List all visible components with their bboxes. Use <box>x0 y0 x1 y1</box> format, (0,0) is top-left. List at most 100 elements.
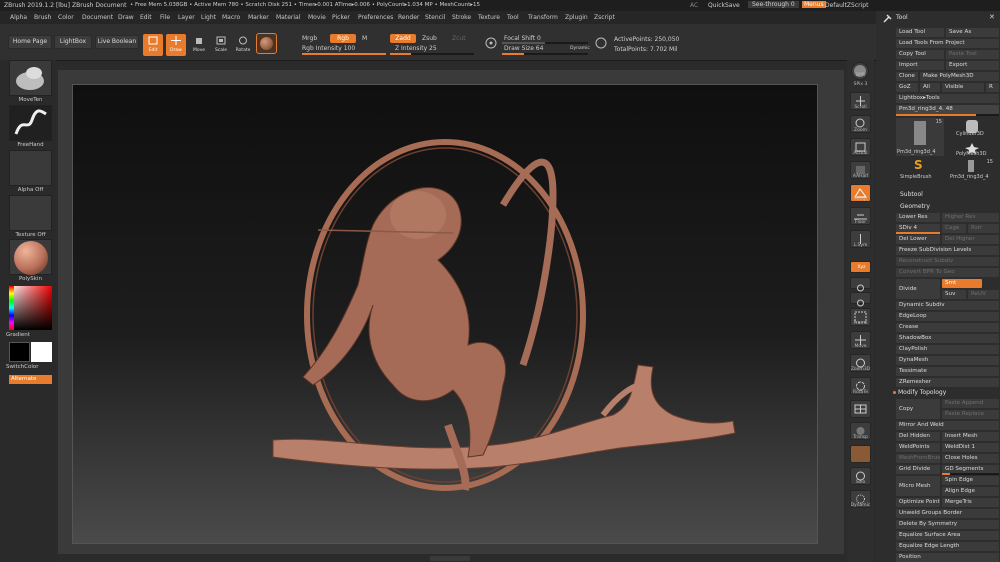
zadd-toggle[interactable]: Zadd <box>390 34 416 43</box>
menu-macro[interactable]: Macro <box>222 14 240 21</box>
draw-size-slider[interactable] <box>502 53 588 55</box>
primary-color-swatch[interactable] <box>9 342 30 362</box>
menu-stencil[interactable]: Stencil <box>425 14 445 21</box>
crease-section[interactable]: Crease <box>896 323 999 332</box>
tool-thumb-cylinder[interactable]: Cylinder3D <box>946 118 999 138</box>
menu-edit[interactable]: Edit <box>140 14 152 21</box>
claypolish-section[interactable]: ClayPolish <box>896 345 999 354</box>
paste-replace-button[interactable]: Paste Replace <box>942 410 999 419</box>
rotate-mode-button[interactable]: Rotate <box>233 34 253 56</box>
menu-zscript[interactable]: Zscript <box>594 14 615 21</box>
brush-selector[interactable] <box>9 60 52 96</box>
spix-slider[interactable]: SPix 3 <box>847 82 874 87</box>
zsub-toggle[interactable]: Zsub <box>422 35 437 42</box>
insert-mesh-button[interactable]: Insert Mesh <box>942 432 999 441</box>
material-swatch[interactable] <box>256 33 277 54</box>
focal-shift-slider[interactable] <box>502 42 588 44</box>
switch-color-button[interactable]: SwitchColor <box>6 364 49 370</box>
dynamic-subdiv-section[interactable]: Dynamic Subdiv <box>896 301 999 310</box>
bottom-shelf-handle[interactable] <box>430 556 470 561</box>
goz-all-button[interactable]: All <box>920 83 940 92</box>
grid-divide-button[interactable]: Grid Divide <box>896 465 940 474</box>
align-edge-button[interactable]: Align Edge <box>942 487 999 496</box>
gradient-label[interactable]: Gradient <box>6 332 49 338</box>
paste-append-button[interactable]: Paste Append <box>942 399 999 408</box>
live-boolean-button[interactable]: Live Boolean <box>95 35 139 49</box>
meshfrombrush-button[interactable]: MeshFromBrush <box>896 454 940 463</box>
menu-document[interactable]: Document <box>82 14 113 21</box>
edit-mode-button[interactable]: Edit <box>143 34 163 56</box>
edgeloop-section[interactable]: EdgeLoop <box>896 312 999 321</box>
optimize-point-button[interactable]: Optimize Point <box>896 498 940 507</box>
tool-slider-track[interactable] <box>896 114 999 116</box>
dynamesh-section[interactable]: DynaMesh <box>896 356 999 365</box>
import-button[interactable]: Import <box>896 61 944 70</box>
menu-brush[interactable]: Brush <box>34 14 51 21</box>
ac-button[interactable]: AC <box>690 2 698 9</box>
quicksave-button[interactable]: QuickSave <box>708 2 740 9</box>
del-hidden-button[interactable]: Del Hidden <box>896 432 940 441</box>
micro-mesh-button[interactable]: Micro Mesh <box>896 476 940 496</box>
mergetris-button[interactable]: MergeTris <box>942 498 999 507</box>
menu-picker[interactable]: Picker <box>332 14 350 21</box>
unweld-groups-button[interactable]: Unweld Groups Border <box>896 509 999 518</box>
export-button[interactable]: Export <box>946 61 999 70</box>
save-as-button[interactable]: Save As <box>946 28 999 37</box>
menu-texture[interactable]: Texture <box>478 14 500 21</box>
higher-res-button[interactable]: Higher Res <box>942 213 999 222</box>
home-page-button[interactable]: Home Page <box>8 35 52 49</box>
alpha-selector[interactable] <box>9 150 52 186</box>
zremesher-section[interactable]: ZRemesher <box>896 378 999 387</box>
z-rotate-button[interactable] <box>850 292 871 307</box>
position-section[interactable]: Position <box>896 553 999 562</box>
sculpt-model[interactable] <box>73 85 817 543</box>
tool-thumb-simplebrush[interactable]: S SimpleBrush <box>896 158 944 182</box>
menu-tool[interactable]: Tool <box>507 14 519 21</box>
secondary-color-swatch[interactable] <box>31 342 52 362</box>
menu-draw[interactable]: Draw <box>118 14 134 21</box>
delete-by-symmetry-button[interactable]: Delete By Symmetry <box>896 520 999 529</box>
copy-tool-button[interactable]: Copy Tool <box>896 50 944 59</box>
current-tool-slider[interactable]: Pm3d_ring3d_4. 48 <box>896 105 999 114</box>
tool-thumb-ring-2[interactable]: 15 Pm3d_ring3d_4 <box>946 158 999 182</box>
y-rotate-button[interactable] <box>850 277 871 292</box>
weldpoints-button[interactable]: WeldPoints <box>896 443 940 452</box>
sdiv-track[interactable] <box>896 232 940 234</box>
equalize-surface-area-button[interactable]: Equalize Surface Area <box>896 531 999 540</box>
mirror-weld-button[interactable]: Mirror And Weld <box>896 421 999 430</box>
spin-edge-button[interactable]: Spin Edge <box>942 476 999 485</box>
rstr-button[interactable]: Rstr <box>968 224 999 233</box>
menu-zplugin[interactable]: Zplugin <box>565 14 588 21</box>
goz-button[interactable]: GoZ <box>896 83 918 92</box>
menu-material[interactable]: Material <box>276 14 300 21</box>
subtool-section[interactable]: Subtool <box>900 191 923 198</box>
convert-bpr-button[interactable]: Convert BPR To Geo <box>896 268 999 277</box>
rgb-toggle[interactable]: Rgb <box>330 34 356 43</box>
menu-movie[interactable]: Movie <box>308 14 326 21</box>
alternate-toggle[interactable]: Alternate <box>9 375 52 384</box>
lightbox-button[interactable]: LightBox <box>54 35 92 49</box>
cage-button[interactable]: Cage <box>942 224 966 233</box>
hue-strip[interactable] <box>9 286 14 330</box>
tool-thumb-polymesh[interactable]: PolyMesh3D <box>946 139 999 157</box>
welddist-slider[interactable]: WeldDist 1 <box>942 443 999 452</box>
paste-tool-button[interactable]: Paste Tool <box>946 50 999 59</box>
menu-render[interactable]: Render <box>398 14 419 21</box>
modify-topology-section[interactable]: Modify Topology <box>898 389 946 396</box>
z-intensity-slider[interactable] <box>390 53 474 55</box>
menu-stroke[interactable]: Stroke <box>452 14 471 21</box>
suv-toggle[interactable]: Suv <box>942 290 966 299</box>
smt-toggle[interactable]: Smt <box>942 279 982 288</box>
lightbox-tools-button[interactable]: Lightbox▸Tools <box>896 94 999 103</box>
equalize-edge-length-button[interactable]: Equalize Edge Length <box>896 542 999 551</box>
stroke-selector[interactable] <box>9 105 52 141</box>
menu-light[interactable]: Light <box>201 14 216 21</box>
close-holes-button[interactable]: Close Holes <box>942 454 999 463</box>
palette-title[interactable]: Tool <box>896 14 908 21</box>
draw-mode-button[interactable]: Draw <box>166 34 186 56</box>
menu-color[interactable]: Color <box>58 14 74 21</box>
ghost-button[interactable] <box>850 445 871 463</box>
see-through-slider[interactable]: See-through 0 <box>748 1 799 8</box>
default-zscript[interactable]: DefaultZScript <box>825 2 868 9</box>
del-higher-button[interactable]: Del Higher <box>942 235 999 244</box>
